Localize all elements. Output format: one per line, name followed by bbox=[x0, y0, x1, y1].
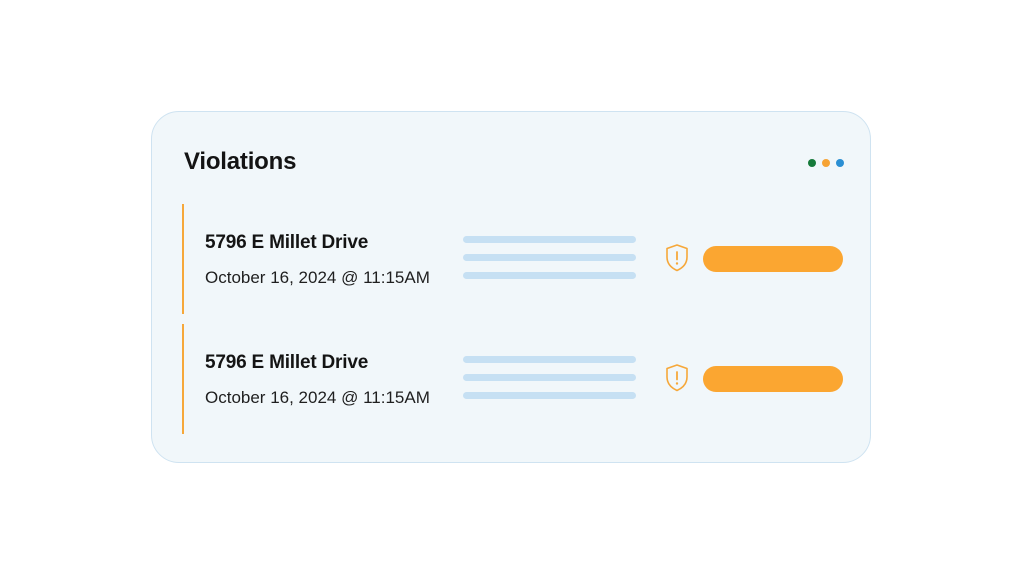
placeholder-line bbox=[463, 374, 636, 381]
shield-alert-icon bbox=[664, 243, 690, 273]
accent-line bbox=[182, 324, 184, 434]
violation-datetime: October 16, 2024 @ 11:15AM bbox=[205, 268, 430, 287]
placeholder-lines bbox=[463, 236, 636, 290]
placeholder-line bbox=[463, 254, 636, 261]
status-pill[interactable] bbox=[703, 246, 843, 272]
placeholder-line bbox=[463, 236, 636, 243]
status-pill[interactable] bbox=[703, 366, 843, 392]
card-title: Violations bbox=[184, 148, 297, 175]
violation-address: 5796 E Millet Drive bbox=[205, 232, 369, 253]
violation-row[interactable]: 5796 E Millet Drive October 16, 2024 @ 1… bbox=[182, 324, 843, 434]
placeholder-lines bbox=[463, 356, 636, 410]
dot-blue bbox=[836, 159, 844, 167]
violations-card: Violations 5796 E Millet Drive October 1… bbox=[151, 111, 871, 463]
dot-green bbox=[808, 159, 816, 167]
window-dots[interactable] bbox=[808, 159, 844, 167]
placeholder-line bbox=[463, 272, 636, 279]
violation-datetime: October 16, 2024 @ 11:15AM bbox=[205, 388, 430, 407]
accent-line bbox=[182, 204, 184, 314]
dot-orange bbox=[822, 159, 830, 167]
violation-address: 5796 E Millet Drive bbox=[205, 352, 369, 373]
placeholder-line bbox=[463, 392, 636, 399]
violation-row[interactable]: 5796 E Millet Drive October 16, 2024 @ 1… bbox=[182, 204, 843, 314]
placeholder-line bbox=[463, 356, 636, 363]
shield-alert-icon bbox=[664, 363, 690, 393]
